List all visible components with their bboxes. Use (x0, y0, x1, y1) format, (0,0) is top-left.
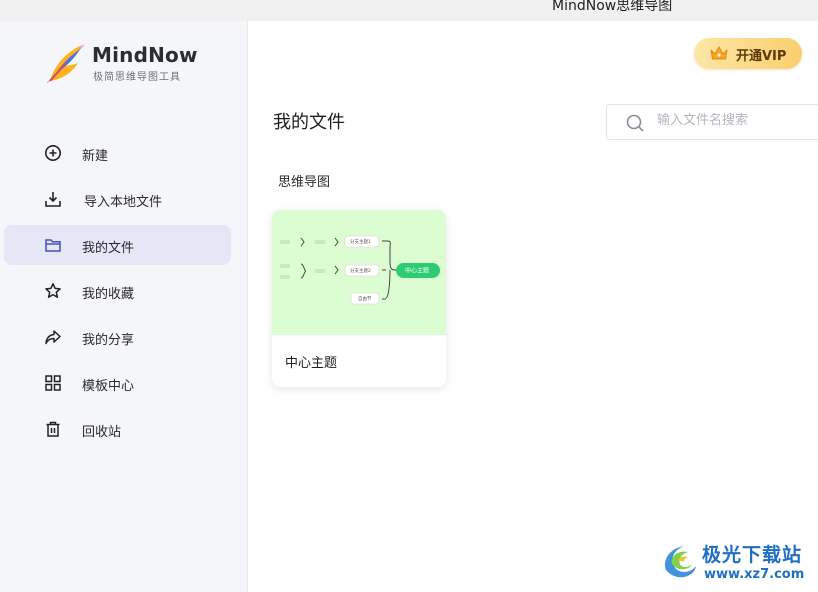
trash-icon (46, 421, 60, 437)
main-content: 开通VIP 我的文件 思维导图 (248, 21, 818, 592)
sidebar-item-share[interactable]: 我的分享 (4, 317, 231, 357)
section-label-mindmaps: 思维导图 (278, 175, 331, 190)
brand-name: MindNow (92, 43, 198, 67)
watermark-text: 极光下载站 (702, 544, 803, 566)
import-download-icon (45, 192, 61, 207)
search-input[interactable] (657, 113, 807, 128)
page-title: 我的文件 (273, 112, 345, 133)
grid-icon (45, 375, 61, 391)
search-icon (626, 114, 644, 132)
mindmap-preview-graphic: 分支主题1 分支主题2 自由节 中心主题 (280, 235, 440, 305)
window-title: MindNow思维导图 (552, 0, 673, 14)
file-card-name: 中心主题 (285, 356, 338, 371)
thumb-branch-2: 分支主题2 (350, 267, 371, 274)
sidebar: MindNow 极简思维导图工具 新建 导入本地文件 我的文件 我的收藏 我的分… (0, 21, 248, 592)
plus-circle-icon (45, 145, 61, 161)
share-arrow-icon (45, 330, 61, 345)
sidebar-item-label: 我的文件 (82, 241, 135, 256)
sidebar-item-new[interactable]: 新建 (4, 133, 231, 173)
brand-tagline: 极简思维导图工具 (93, 72, 181, 83)
sidebar-item-label: 导入本地文件 (84, 195, 163, 210)
brand-logo[interactable]: MindNow 极简思维导图工具 (44, 41, 224, 85)
crown-icon (710, 46, 728, 60)
star-icon (45, 283, 61, 298)
vip-button[interactable]: 开通VIP (694, 38, 802, 69)
sidebar-item-label: 新建 (82, 149, 109, 164)
sidebar-item-label: 回收站 (82, 425, 122, 440)
sidebar-item-label: 我的分享 (82, 333, 135, 348)
sidebar-item-label: 模板中心 (82, 379, 135, 394)
sidebar-item-favorites[interactable]: 我的收藏 (4, 271, 231, 311)
sidebar-item-trash[interactable]: 回收站 (4, 409, 231, 449)
file-card[interactable]: 分支主题1 分支主题2 自由节 中心主题 中心主题 (272, 210, 446, 387)
watermark-url: www.xz7.com (704, 567, 805, 582)
sidebar-item-templates[interactable]: 模板中心 (4, 363, 231, 403)
window-titlebar: MindNow思维导图 (0, 0, 818, 21)
feather-logo-icon (46, 44, 85, 84)
sidebar-item-my-files[interactable]: 我的文件 (4, 225, 231, 265)
sidebar-nav: 新建 导入本地文件 我的文件 我的收藏 我的分享 模板中心 回收站 (4, 133, 231, 455)
search-box (606, 104, 818, 140)
sidebar-item-label: 我的收藏 (82, 287, 135, 302)
vip-button-label: 开通VIP (736, 49, 787, 64)
swirl-logo-icon (664, 546, 696, 578)
sidebar-item-import[interactable]: 导入本地文件 (4, 179, 231, 219)
mindmap-thumbnail: 分支主题1 分支主题2 自由节 中心主题 (272, 210, 446, 335)
folder-icon (45, 239, 61, 252)
thumb-center-topic: 中心主题 (405, 267, 429, 275)
watermark: 极光下载站 www.xz7.com (656, 536, 816, 586)
thumb-branch-3: 自由节 (358, 295, 372, 302)
thumb-branch-1: 分支主题1 (350, 238, 371, 245)
